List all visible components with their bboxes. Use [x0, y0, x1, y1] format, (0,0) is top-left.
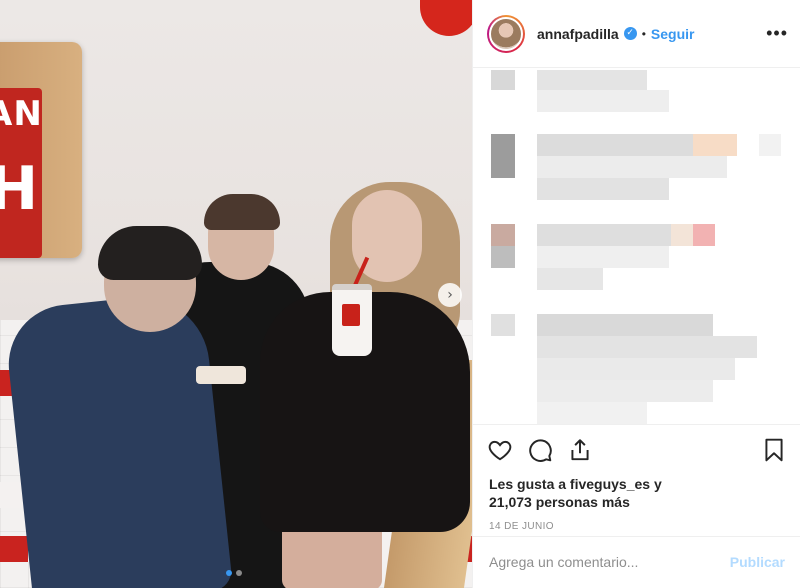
carousel-dot [226, 570, 232, 576]
separator: • [641, 26, 646, 41]
sign-text: AN [0, 94, 43, 134]
redacted-block [491, 134, 515, 178]
post-date[interactable]: 14 DE JUNIO [473, 511, 800, 532]
avatar-image [489, 16, 523, 51]
more-options-button[interactable]: ••• [766, 23, 788, 44]
redacted-block [537, 224, 671, 246]
username-link[interactable]: annafpadilla [537, 26, 619, 42]
post-header: annafpadilla ✓ • Seguir ••• [473, 0, 800, 68]
post-photo[interactable]: AN H › [0, 0, 472, 588]
redacted-block [491, 314, 515, 336]
verified-icon: ✓ [623, 27, 637, 40]
person-hair [98, 226, 202, 280]
redacted-block [537, 246, 669, 268]
person-hair [204, 194, 280, 230]
drink-cup [332, 284, 372, 356]
avatar[interactable] [487, 14, 525, 53]
redacted-block [491, 224, 515, 246]
redacted-block [537, 178, 669, 200]
share-icon[interactable] [567, 437, 593, 463]
carousel-dot [236, 570, 242, 576]
sign-text: H [0, 154, 40, 224]
post-sidebar: annafpadilla ✓ • Seguir ••• Les gusta a … [472, 0, 800, 588]
person-body [2, 290, 234, 588]
comment-icon[interactable] [527, 437, 553, 463]
redacted-block [491, 246, 515, 268]
bookmark-icon[interactable] [761, 437, 787, 463]
redacted-block [537, 358, 735, 380]
wall-sign: AN H [0, 42, 82, 258]
likes-line: 21,073 personas más [489, 494, 630, 510]
redacted-block [537, 156, 727, 178]
post-actions: Les gusta a fiveguys_es y 21,073 persona… [473, 424, 800, 586]
next-arrow-icon[interactable]: › [438, 283, 462, 307]
redacted-block [759, 134, 781, 156]
comment-input[interactable] [489, 553, 730, 570]
comments-area-blurred [473, 68, 800, 424]
heart-icon[interactable] [487, 437, 513, 463]
redacted-block [537, 336, 757, 358]
likes-summary[interactable]: Les gusta a fiveguys_es y 21,073 persona… [473, 469, 800, 511]
fries-tray [196, 366, 246, 384]
redacted-block [693, 224, 715, 246]
follow-button[interactable]: Seguir [651, 26, 695, 42]
likes-line: Les gusta a fiveguys_es y [489, 476, 662, 492]
action-icons [473, 425, 800, 469]
carousel-dots [226, 570, 242, 576]
redacted-block [693, 134, 737, 156]
red-lamp [420, 0, 472, 36]
redacted-block [537, 402, 647, 424]
redacted-block [537, 134, 693, 156]
redacted-block [537, 268, 603, 290]
redacted-block [537, 380, 713, 402]
redacted-block [491, 70, 515, 90]
publish-button[interactable]: Publicar [730, 554, 785, 570]
comment-composer: Publicar [473, 536, 800, 586]
redacted-block [537, 314, 713, 336]
redacted-block [537, 70, 647, 90]
redacted-block [537, 90, 669, 112]
redacted-block [671, 224, 693, 246]
